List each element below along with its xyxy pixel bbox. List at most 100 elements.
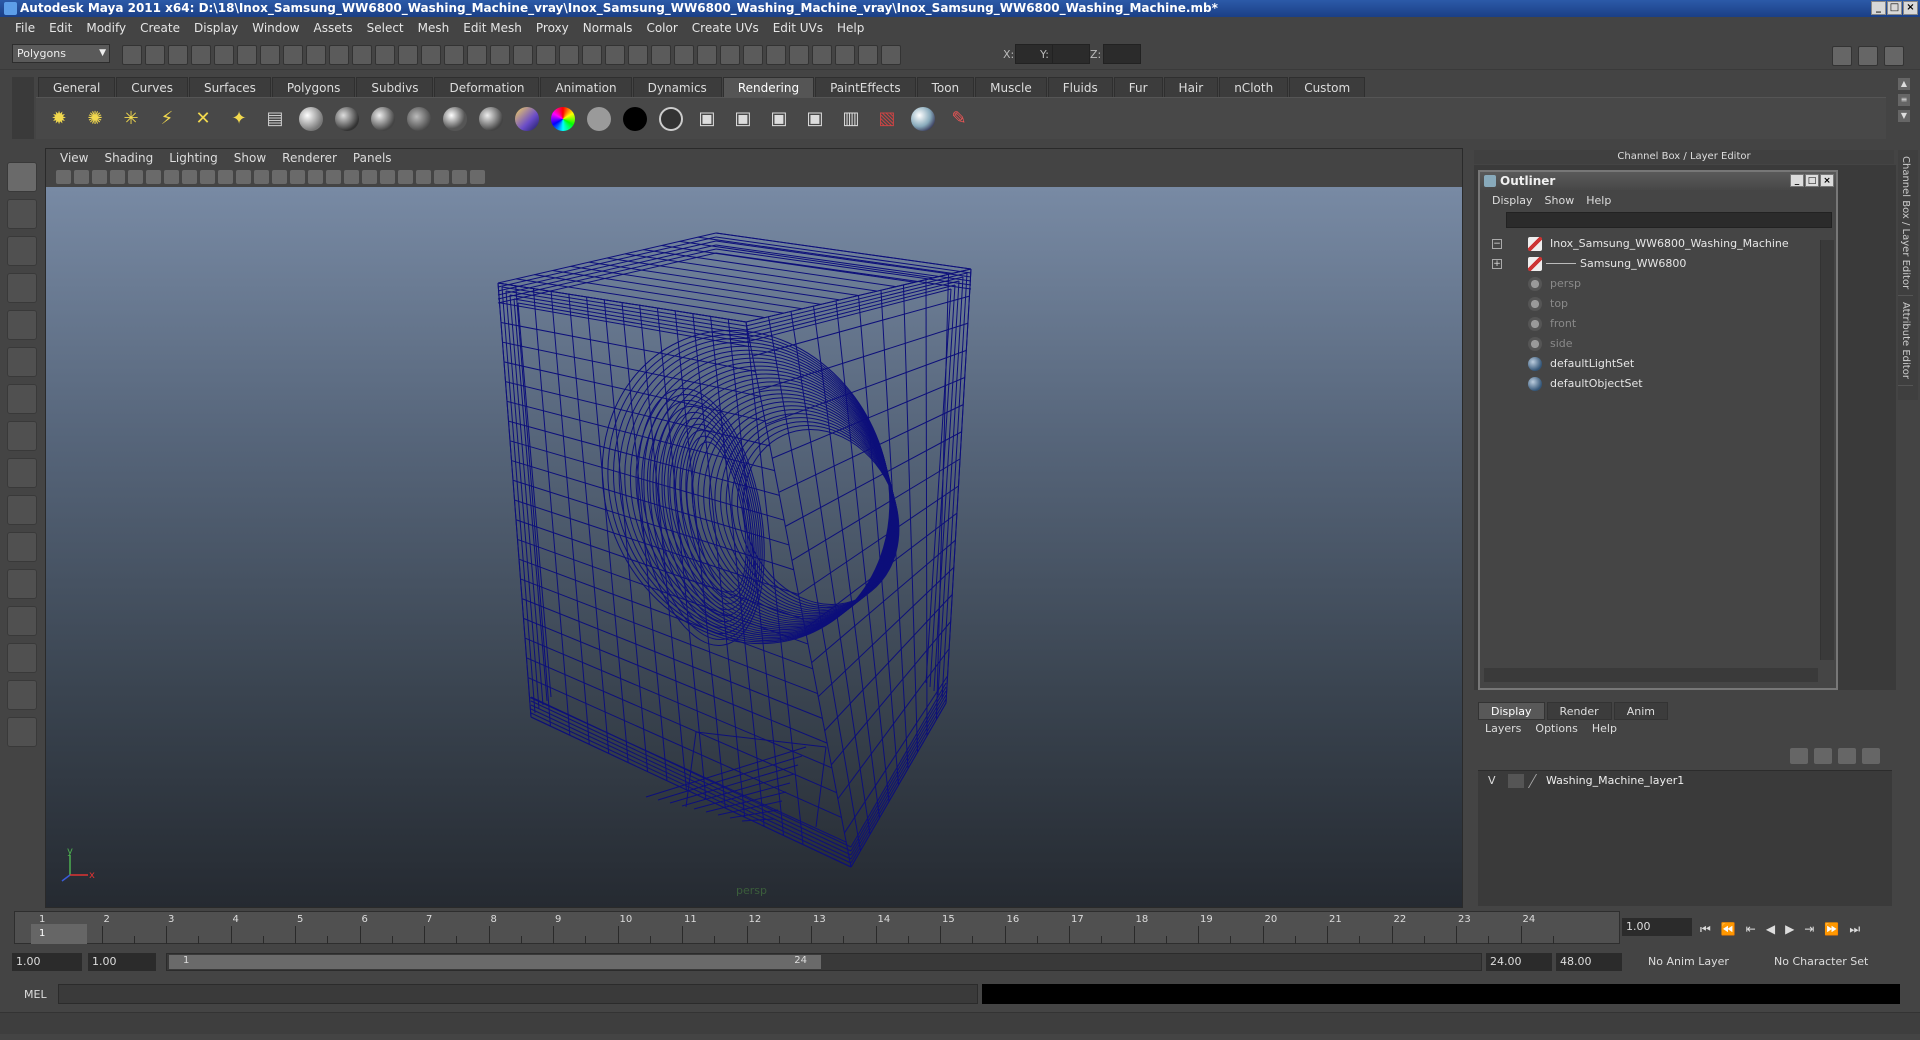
status-tool-icon[interactable] xyxy=(329,45,349,65)
viewport-menu-renderer[interactable]: Renderer xyxy=(274,151,345,165)
status-tool-icon[interactable] xyxy=(766,45,786,65)
camera-icon[interactable]: ▤ xyxy=(260,104,290,134)
tab-rendering[interactable]: Rendering xyxy=(722,77,815,97)
shelf-menu-icon[interactable]: ≡ xyxy=(1898,94,1910,106)
use-background-icon[interactable] xyxy=(620,104,650,134)
move-tool-icon[interactable] xyxy=(7,273,37,303)
menu-create[interactable]: Create xyxy=(133,21,187,35)
outliner-persp-layout-icon[interactable] xyxy=(7,606,37,636)
viewport-toolbar-icon[interactable] xyxy=(56,170,71,184)
tab-fluids[interactable]: Fluids xyxy=(1047,77,1113,97)
status-tool-icon[interactable] xyxy=(513,45,533,65)
menu-edit-uvs[interactable]: Edit UVs xyxy=(766,21,830,35)
show-manipulator-icon[interactable] xyxy=(7,458,37,488)
shelf-options[interactable] xyxy=(12,77,34,139)
menu-set-dropdown[interactable]: Polygons ▼ xyxy=(12,44,110,63)
menu-mesh[interactable]: Mesh xyxy=(411,21,457,35)
status-tool-icon[interactable] xyxy=(375,45,395,65)
viewport-menu-shading[interactable]: Shading xyxy=(96,151,161,165)
viewport-toolbar-icon[interactable] xyxy=(290,170,305,184)
shelf-scroll-down-icon[interactable]: ▼ xyxy=(1898,110,1910,122)
shelf-scroll-up-icon[interactable]: ▲ xyxy=(1898,78,1910,90)
status-tool-icon[interactable] xyxy=(191,45,211,65)
layer-menu-help[interactable]: Help xyxy=(1585,722,1624,735)
viewport-toolbar-icon[interactable] xyxy=(398,170,413,184)
go-to-end-icon[interactable]: ⏭ xyxy=(1849,922,1860,937)
status-tool-icon[interactable] xyxy=(352,45,372,65)
menu-create-uvs[interactable]: Create UVs xyxy=(685,21,766,35)
viewport-toolbar-icon[interactable] xyxy=(128,170,143,184)
persp-graph-layout-icon[interactable] xyxy=(7,717,37,747)
toggle-attribute-editor-icon[interactable] xyxy=(1832,46,1852,66)
single-perspective-layout-icon[interactable] xyxy=(7,532,37,562)
status-tool-icon[interactable] xyxy=(444,45,464,65)
menu-edit-mesh[interactable]: Edit Mesh xyxy=(456,21,529,35)
perspective-viewport[interactable]: View Shading Lighting Show Renderer Panels y … xyxy=(45,148,1463,908)
batch-render-icon[interactable]: ▧ xyxy=(872,104,902,134)
menu-normals[interactable]: Normals xyxy=(576,21,640,35)
tab-subdivs[interactable]: Subdivs xyxy=(356,77,434,97)
viewport-toolbar-icon[interactable] xyxy=(164,170,179,184)
outliner-item[interactable]: defaultLightSet xyxy=(1484,354,1818,374)
outliner-item[interactable]: persp xyxy=(1484,274,1818,294)
tab-attribute-editor[interactable]: Attribute Editor xyxy=(1898,296,1913,387)
viewport-toolbar-icon[interactable] xyxy=(218,170,233,184)
phonge-material-icon[interactable] xyxy=(476,104,506,134)
tab-toon[interactable]: Toon xyxy=(916,77,975,97)
playback-start-field[interactable]: 1.00 xyxy=(88,953,156,971)
last-tool-icon[interactable] xyxy=(7,495,37,525)
status-tool-icon[interactable] xyxy=(398,45,418,65)
surface-shader-icon[interactable] xyxy=(584,104,614,134)
command-language-label[interactable]: MEL xyxy=(24,988,47,1001)
menu-edit[interactable]: Edit xyxy=(42,21,79,35)
collapse-icon[interactable]: − xyxy=(1492,239,1502,249)
y-coord-field[interactable] xyxy=(1052,44,1090,64)
viewport-menu-lighting[interactable]: Lighting xyxy=(161,151,226,165)
tab-layer-display[interactable]: Display xyxy=(1478,702,1545,720)
menu-window[interactable]: Window xyxy=(245,21,306,35)
menu-select[interactable]: Select xyxy=(360,21,411,35)
viewport-toolbar-icon[interactable] xyxy=(110,170,125,184)
status-tool-icon[interactable] xyxy=(214,45,234,65)
status-tool-icon[interactable] xyxy=(674,45,694,65)
tab-muscle[interactable]: Muscle xyxy=(975,77,1047,97)
tab-animation[interactable]: Animation xyxy=(540,77,632,97)
command-input[interactable] xyxy=(58,984,978,1004)
outliner-item[interactable]: defaultObjectSet xyxy=(1484,374,1818,394)
layer-playback-toggle[interactable] xyxy=(1508,774,1524,788)
viewport-toolbar-icon[interactable] xyxy=(92,170,107,184)
tab-fur[interactable]: Fur xyxy=(1113,77,1163,97)
outliner-item[interactable]: + Samsung_WW6800 xyxy=(1484,254,1818,274)
status-tool-icon[interactable] xyxy=(743,45,763,65)
outliner-maximize-icon[interactable]: □ xyxy=(1805,174,1819,187)
maximize-icon[interactable]: □ xyxy=(1887,1,1902,15)
tab-polygons[interactable]: Polygons xyxy=(271,77,356,97)
tab-painteffects[interactable]: PaintEffects xyxy=(815,77,916,97)
status-tool-icon[interactable] xyxy=(168,45,188,65)
universal-manipulator-icon[interactable] xyxy=(7,384,37,414)
time-slider[interactable]: 1 2 3 4 5 6 7 8 9 10 11 12 13 14 15 16 17 18 19 20 21 22 23 24 1 xyxy=(14,911,1620,944)
outliner-menu-help[interactable]: Help xyxy=(1580,194,1617,207)
graph-editor-layout-icon[interactable] xyxy=(7,643,37,673)
paint-select-tool-icon[interactable] xyxy=(7,236,37,266)
current-frame-field[interactable]: 1.00 xyxy=(1622,918,1692,936)
viewport-toolbar-icon[interactable] xyxy=(470,170,485,184)
viewport-toolbar-icon[interactable] xyxy=(416,170,431,184)
move-layer-down-icon[interactable] xyxy=(1814,748,1832,764)
viewport-menu-show[interactable]: Show xyxy=(226,151,274,165)
render-image-icon[interactable]: ▥ xyxy=(836,104,866,134)
tab-hair[interactable]: Hair xyxy=(1163,77,1219,97)
outliner-item[interactable]: − Inox_Samsung_WW6800_Washing_Machine xyxy=(1484,234,1818,254)
ipr-render-icon[interactable]: ▣ xyxy=(728,104,758,134)
status-tool-icon[interactable] xyxy=(283,45,303,65)
status-tool-icon[interactable] xyxy=(697,45,717,65)
move-layer-up-icon[interactable] xyxy=(1790,748,1808,764)
step-forward-key-icon[interactable]: ⏩ xyxy=(1824,922,1839,937)
shading-map-icon[interactable] xyxy=(548,104,578,134)
layer-visibility-toggle[interactable]: V xyxy=(1488,771,1496,791)
status-tool-icon[interactable] xyxy=(306,45,326,65)
viewport-toolbar-icon[interactable] xyxy=(380,170,395,184)
outliner-menu-display[interactable]: Display xyxy=(1486,194,1539,207)
status-tool-icon[interactable] xyxy=(651,45,671,65)
menu-proxy[interactable]: Proxy xyxy=(529,21,576,35)
